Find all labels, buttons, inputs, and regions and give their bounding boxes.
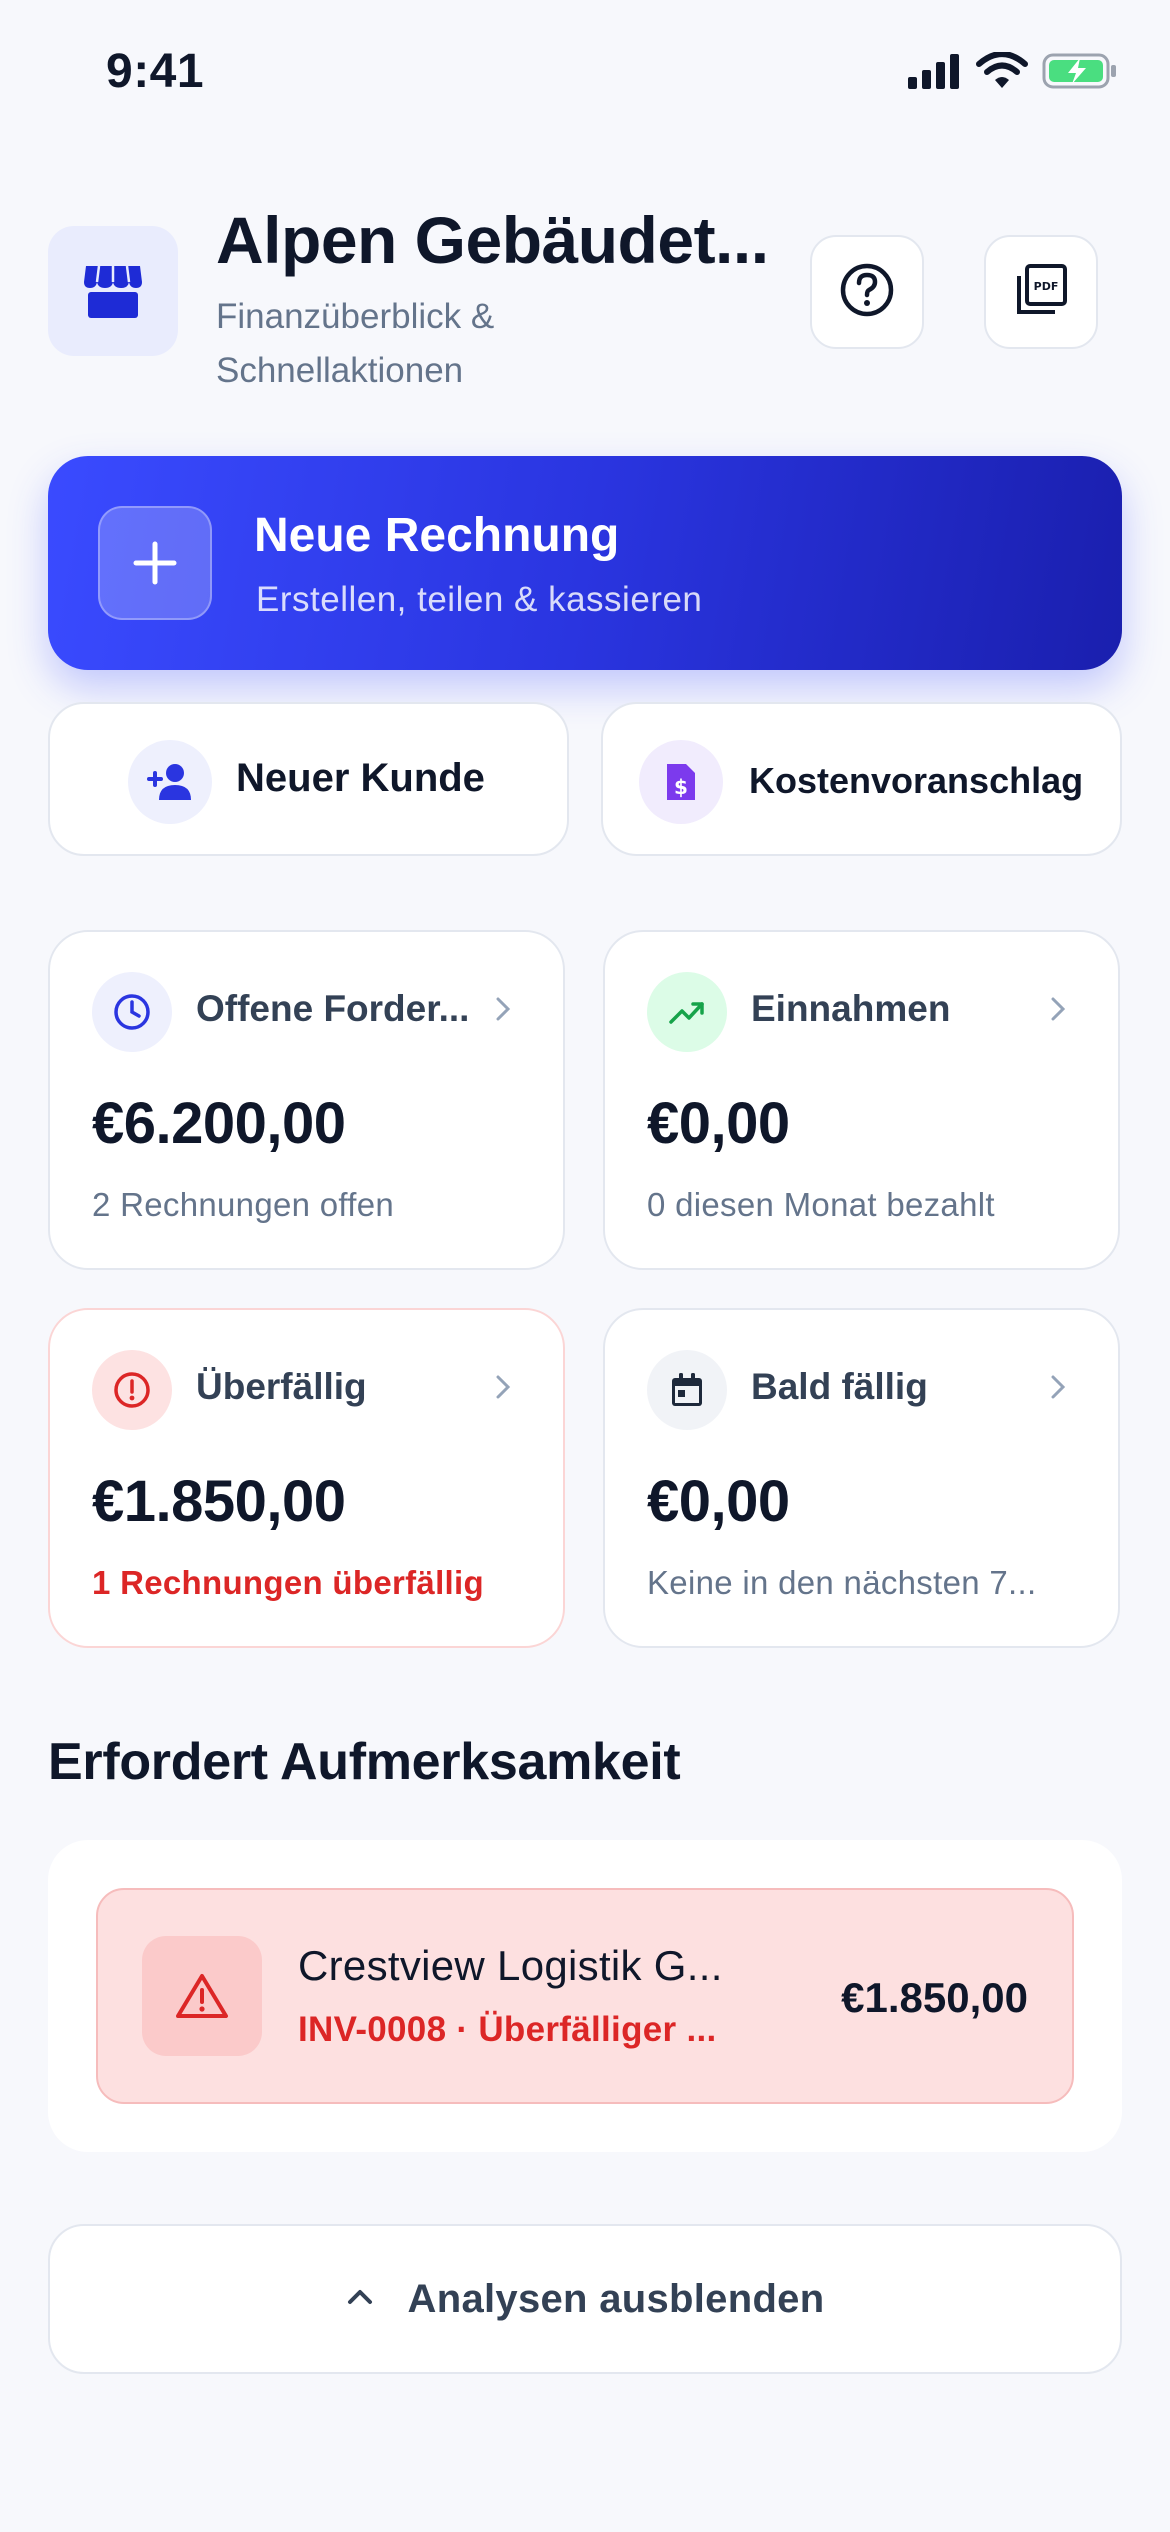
stat-label: Offene Forder... bbox=[196, 988, 470, 1029]
stat-value: €6.200,00 bbox=[92, 1091, 346, 1156]
status-time: 9:41 bbox=[106, 45, 205, 98]
new-invoice-subtitle: Erstellen, teilen & kassieren bbox=[256, 580, 703, 619]
chevron-up-icon bbox=[346, 2288, 374, 2311]
page-subtitle: Finanzüberblick & Schnellaktionen bbox=[216, 297, 495, 390]
estimate-label: Kostenvoranschlag bbox=[749, 760, 1084, 801]
stat-value: €0,00 bbox=[647, 1469, 790, 1534]
attention-section-title: Erfordert Aufmerksamkeit bbox=[48, 1733, 681, 1791]
help-button[interactable] bbox=[810, 235, 924, 349]
chevron-right-icon bbox=[1050, 1374, 1066, 1405]
stat-card-overdue[interactable]: Überfällig €1.850,00 1 Rechnungen überfä… bbox=[48, 1308, 565, 1648]
attention-amount: €1.850,00 bbox=[841, 1974, 1028, 2021]
new-invoice-button[interactable]: Neue Rechnung Erstellen, teilen & kassie… bbox=[48, 456, 1122, 670]
trending-up-icon bbox=[647, 972, 727, 1052]
alert-circle-icon bbox=[92, 1350, 172, 1430]
attention-card: Crestview Logistik G... INV-0008 · Überf… bbox=[48, 1840, 1122, 2152]
attention-item[interactable]: Crestview Logistik G... INV-0008 · Überf… bbox=[96, 1888, 1074, 2104]
stat-card-due-soon[interactable]: Bald fällig €0,00 Keine in den nächsten … bbox=[603, 1308, 1120, 1648]
new-customer-button[interactable]: Neuer Kunde bbox=[48, 702, 569, 856]
hide-analytics-button[interactable]: Analysen ausblenden bbox=[48, 2224, 1122, 2374]
new-invoice-title: Neue Rechnung bbox=[254, 509, 620, 562]
header: Alpen Gebäudet... Finanzüberblick & Schn… bbox=[48, 198, 1122, 398]
add-person-icon bbox=[128, 740, 212, 824]
status-icons bbox=[908, 52, 1118, 90]
battery-charging-icon bbox=[1042, 52, 1118, 90]
stat-card-revenue[interactable]: Einnahmen €0,00 0 diesen Monat bezahlt bbox=[603, 930, 1120, 1270]
stat-value: €1.850,00 bbox=[92, 1469, 346, 1534]
chevron-right-icon bbox=[495, 996, 511, 1027]
storefront-icon bbox=[48, 226, 178, 356]
estimate-button[interactable]: $ Kostenvoranschlag bbox=[601, 702, 1122, 856]
chevron-right-icon bbox=[1050, 996, 1066, 1027]
warning-triangle-icon bbox=[142, 1936, 262, 2056]
attention-invoice-meta: INV-0008 · Überfälliger ... bbox=[298, 2010, 717, 2049]
stat-subtext: Keine in den nächsten 7... bbox=[647, 1564, 1037, 1601]
wifi-icon bbox=[976, 52, 1028, 90]
svg-text:PDF: PDF bbox=[1034, 280, 1059, 293]
status-bar: 9:41 bbox=[0, 0, 1170, 150]
svg-text:$: $ bbox=[674, 775, 688, 799]
chevron-right-icon bbox=[495, 1374, 511, 1405]
clock-icon bbox=[92, 972, 172, 1052]
new-customer-label: Neuer Kunde bbox=[236, 756, 485, 800]
stat-subtext: 1 Rechnungen überfällig bbox=[92, 1564, 484, 1601]
stat-card-open-receivables[interactable]: Offene Forder... €6.200,00 2 Rechnungen … bbox=[48, 930, 565, 1270]
pdf-export-button[interactable]: PDF bbox=[984, 235, 1098, 349]
stat-value: €0,00 bbox=[647, 1091, 790, 1156]
stat-label: Einnahmen bbox=[751, 988, 951, 1029]
hide-analytics-label: Analysen ausblenden bbox=[407, 2276, 825, 2321]
stat-label: Bald fällig bbox=[751, 1366, 928, 1407]
stat-label: Überfällig bbox=[196, 1366, 367, 1407]
estimate-document-icon: $ bbox=[639, 740, 723, 824]
pdf-document-icon: PDF bbox=[1013, 262, 1069, 323]
stat-subtext: 0 diesen Monat bezahlt bbox=[647, 1186, 995, 1223]
page-title: Alpen Gebäudet... bbox=[216, 203, 769, 277]
cellular-signal-icon bbox=[908, 53, 962, 89]
attention-customer-name: Crestview Logistik G... bbox=[298, 1942, 723, 1989]
dashboard-screen: 9:41 Alpen Gebäudet... Finanzüberblick &… bbox=[0, 0, 1170, 2532]
calendar-icon bbox=[647, 1350, 727, 1430]
plus-icon bbox=[98, 506, 212, 620]
stat-subtext: 2 Rechnungen offen bbox=[92, 1186, 395, 1223]
help-circle-icon bbox=[838, 261, 896, 324]
